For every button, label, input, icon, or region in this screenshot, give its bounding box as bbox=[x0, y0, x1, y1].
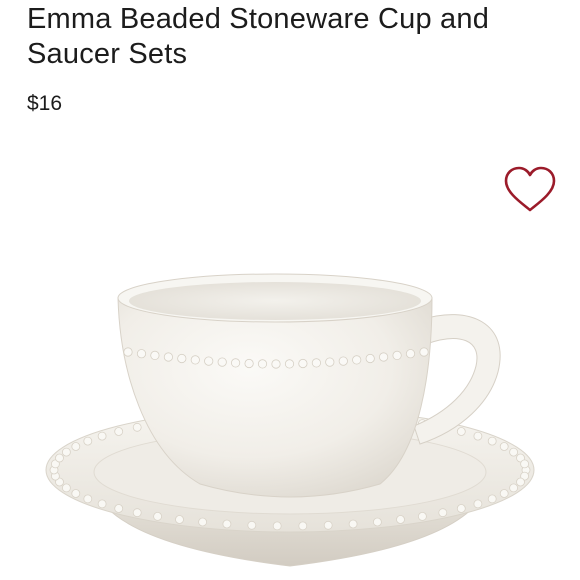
cup-bead bbox=[123, 347, 133, 357]
product-price: $16 bbox=[27, 92, 63, 115]
heart-outline-icon bbox=[504, 166, 556, 212]
cup-bead bbox=[150, 350, 160, 361]
cup-bead bbox=[338, 356, 348, 366]
cup-bead bbox=[352, 355, 362, 365]
saucer-bead bbox=[55, 453, 64, 463]
saucer-bead bbox=[114, 504, 124, 513]
saucer-bead bbox=[247, 520, 257, 530]
saucer-bead bbox=[97, 499, 107, 509]
cup-bead bbox=[136, 349, 147, 359]
cup-bead bbox=[177, 353, 187, 364]
saucer-bead bbox=[438, 508, 448, 518]
saucer-bead bbox=[62, 483, 71, 493]
product-image[interactable] bbox=[0, 262, 580, 580]
saucer-bead bbox=[298, 521, 308, 531]
cup-bead bbox=[284, 359, 295, 369]
product-title: Emma Beaded Stoneware Cup and Saucer Set… bbox=[27, 3, 490, 70]
cup-bead bbox=[204, 356, 214, 366]
saucer-bead bbox=[132, 508, 142, 518]
saucer-bead bbox=[509, 483, 518, 493]
saucer-bead bbox=[272, 521, 282, 531]
saucer-bead bbox=[97, 431, 107, 441]
cup-bead bbox=[271, 359, 281, 369]
saucer-bead bbox=[456, 427, 466, 436]
saucer-bead bbox=[372, 517, 382, 527]
cup-bead bbox=[217, 357, 227, 367]
cup-bead bbox=[378, 352, 389, 362]
saucer-bead bbox=[83, 436, 93, 446]
saucer-bead bbox=[132, 422, 142, 432]
saucer-bead bbox=[509, 447, 518, 457]
saucer-bead bbox=[487, 494, 497, 504]
saucer-bead bbox=[456, 504, 466, 513]
cup-bead bbox=[365, 353, 375, 364]
cup-bead bbox=[298, 358, 308, 369]
cup-bead bbox=[163, 352, 173, 362]
saucer-bead bbox=[323, 520, 333, 530]
cup-bead bbox=[257, 359, 268, 369]
saucer-bead bbox=[175, 515, 184, 524]
saucer-bead bbox=[222, 519, 232, 529]
cup-bead bbox=[190, 355, 200, 365]
saucer-bead bbox=[153, 511, 163, 521]
saucer-bead bbox=[71, 489, 81, 498]
saucer-bead bbox=[198, 517, 208, 527]
product-page: Emma Beaded Stoneware Cup and Saucer Set… bbox=[0, 0, 580, 580]
cup-bead bbox=[392, 350, 402, 361]
saucer-bead bbox=[62, 447, 71, 457]
cup-and-saucer-image bbox=[45, 273, 535, 567]
saucer-bead bbox=[83, 494, 93, 504]
cup-bead bbox=[419, 347, 429, 357]
saucer-bead bbox=[348, 519, 358, 529]
cup-bead bbox=[311, 358, 321, 368]
cup-bead bbox=[231, 358, 241, 368]
saucer-bead bbox=[71, 442, 81, 451]
saucer-bead bbox=[499, 442, 509, 451]
cup-bead bbox=[405, 349, 416, 359]
saucer-bead bbox=[499, 489, 509, 498]
saucer-bead bbox=[417, 511, 427, 521]
saucer-bead bbox=[473, 499, 483, 509]
cup-bead bbox=[244, 358, 254, 369]
favorite-button[interactable] bbox=[503, 166, 557, 214]
saucer-bead bbox=[487, 436, 497, 446]
saucer-bead bbox=[516, 477, 525, 487]
saucer-bead bbox=[396, 515, 405, 524]
saucer-bead bbox=[473, 431, 483, 441]
cup-bead bbox=[325, 357, 335, 367]
saucer-bead bbox=[114, 427, 124, 436]
saucer-bead bbox=[520, 459, 529, 469]
